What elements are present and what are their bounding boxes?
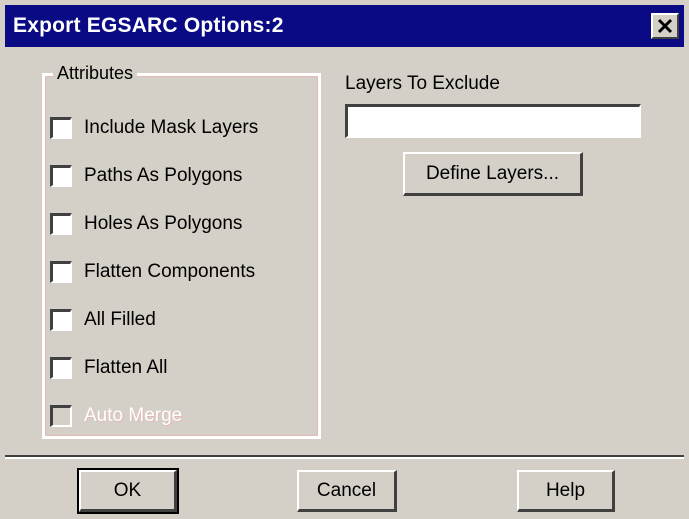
flatten-components-checkbox[interactable] bbox=[50, 261, 72, 283]
layers-to-exclude-input[interactable] bbox=[345, 104, 641, 138]
close-button[interactable] bbox=[651, 13, 679, 39]
title-bar[interactable]: Export EGSARC Options:2 bbox=[5, 5, 684, 47]
auto-merge-label: Auto Merge bbox=[84, 405, 183, 426]
include-mask-layers-label: Include Mask Layers bbox=[84, 117, 259, 138]
all-filled-label: All Filled bbox=[84, 309, 156, 330]
window-title: Export EGSARC Options:2 bbox=[13, 14, 284, 37]
all-filled-checkbox[interactable] bbox=[50, 309, 72, 331]
layers-to-exclude-label: Layers To Exclude bbox=[345, 73, 500, 94]
paths-as-polygons-checkbox[interactable] bbox=[50, 165, 72, 187]
ok-button[interactable]: OK bbox=[79, 470, 177, 512]
button-separator bbox=[5, 455, 684, 459]
export-options-dialog: Export EGSARC Options:2 Attributes Inclu… bbox=[0, 0, 689, 519]
paths-as-polygons-label: Paths As Polygons bbox=[84, 165, 243, 186]
flatten-components-label: Flatten Components bbox=[84, 261, 256, 282]
include-mask-layers-checkbox[interactable] bbox=[50, 117, 72, 139]
cancel-button[interactable]: Cancel bbox=[297, 470, 397, 512]
close-icon bbox=[657, 18, 673, 34]
attributes-group-label: Attributes bbox=[53, 63, 138, 84]
holes-as-polygons-label: Holes As Polygons bbox=[84, 213, 243, 234]
define-layers-button[interactable]: Define Layers... bbox=[403, 152, 583, 196]
holes-as-polygons-checkbox[interactable] bbox=[50, 213, 72, 235]
auto-merge-checkbox bbox=[50, 405, 72, 427]
help-button[interactable]: Help bbox=[517, 470, 615, 512]
flatten-all-label: Flatten All bbox=[84, 357, 168, 378]
flatten-all-checkbox[interactable] bbox=[50, 357, 72, 379]
